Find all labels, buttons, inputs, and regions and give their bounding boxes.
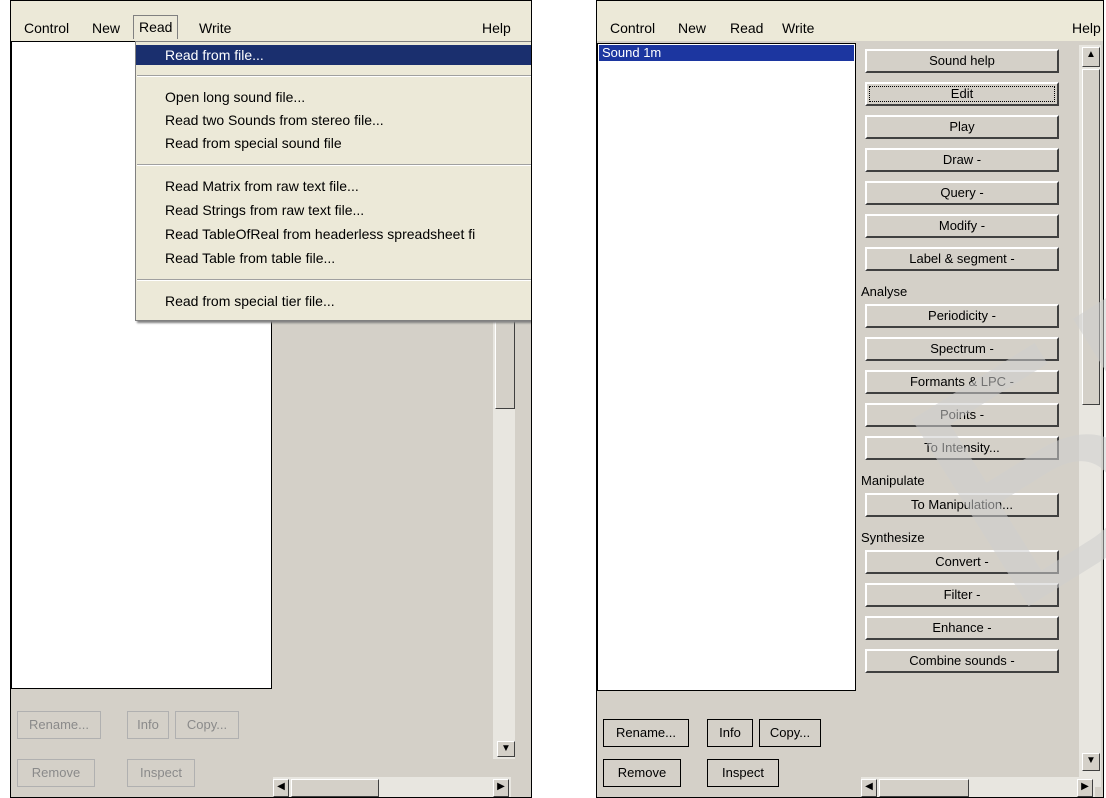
play-button[interactable]: Play <box>865 115 1059 139</box>
label-segment-button[interactable]: Label & segment - <box>865 247 1059 271</box>
modify-button[interactable]: Modify - <box>865 214 1059 238</box>
menu-write[interactable]: Write <box>777 19 819 37</box>
edit-button[interactable]: Edit <box>865 82 1059 106</box>
to-manipulation-button[interactable]: To Manipulation... <box>865 493 1059 517</box>
menu-item-read-table[interactable]: Read Table from table file... <box>136 248 531 268</box>
vertical-scrollbar[interactable]: ▼ <box>493 321 515 759</box>
menu-separator <box>137 279 531 281</box>
scroll-right-arrow[interactable]: ▶ <box>493 779 509 797</box>
scroll-down-arrow[interactable]: ▼ <box>497 741 515 757</box>
scrollbar-thumb[interactable] <box>495 321 515 409</box>
spectrum-button[interactable]: Spectrum - <box>865 337 1059 361</box>
menu-item-read-two-sounds[interactable]: Read two Sounds from stereo file... <box>136 110 531 130</box>
menu-item-read-strings[interactable]: Read Strings from raw text file... <box>136 200 531 220</box>
inspect-button[interactable]: Inspect <box>127 759 195 787</box>
query-button[interactable]: Query - <box>865 181 1059 205</box>
remove-button[interactable]: Remove <box>603 759 681 787</box>
convert-button[interactable]: Convert - <box>865 550 1059 574</box>
scroll-right-arrow[interactable]: ▶ <box>1077 779 1093 797</box>
menu-new[interactable]: New <box>87 19 125 37</box>
vertical-scrollbar[interactable]: ▲ ▼ <box>1079 45 1101 787</box>
menu-item-read-from-file[interactable]: Read from file... <box>136 45 531 65</box>
read-menu-dropdown: Read from file... Open long sound file..… <box>135 41 531 321</box>
section-label-manipulate: Manipulate <box>861 473 925 488</box>
scrollbar-thumb[interactable] <box>1082 69 1100 405</box>
copy-button[interactable]: Copy... <box>175 711 239 739</box>
menu-separator <box>137 164 531 166</box>
to-intensity-button[interactable]: To Intensity... <box>865 436 1059 460</box>
scroll-left-arrow[interactable]: ◀ <box>273 779 289 797</box>
menu-item-open-long-sound-file[interactable]: Open long sound file... <box>136 87 531 107</box>
menu-item-read-tableofreal[interactable]: Read TableOfReal from headerless spreads… <box>136 224 531 244</box>
info-button[interactable]: Info <box>127 711 169 739</box>
menu-separator <box>137 75 531 77</box>
horizontal-scrollbar[interactable]: ◀ ▶ <box>273 777 511 797</box>
scroll-down-arrow[interactable]: ▼ <box>1082 753 1100 771</box>
section-label-analyse: Analyse <box>861 284 908 299</box>
left-praat-objects-window: Control New Read Write Help ▼ Rename... … <box>10 0 532 798</box>
rename-button[interactable]: Rename... <box>603 719 689 747</box>
menu-item-read-special-sound-file[interactable]: Read from special sound file <box>136 133 531 153</box>
periodicity-button[interactable]: Periodicity - <box>865 304 1059 328</box>
scrollbar-thumb[interactable] <box>879 779 969 797</box>
sound-help-button[interactable]: Sound help <box>865 49 1059 73</box>
menu-bar: Control New Read Write Help <box>597 1 1103 41</box>
object-list[interactable]: Sound 1m <box>597 43 856 691</box>
section-label-synthesize: Synthesize <box>861 530 925 545</box>
info-button[interactable]: Info <box>707 719 753 747</box>
enhance-button[interactable]: Enhance - <box>865 616 1059 640</box>
menu-read[interactable]: Read <box>725 19 768 37</box>
right-praat-objects-window: Control New Read Write Help Sound 1m Sou… <box>596 0 1104 798</box>
points-button[interactable]: Points - <box>865 403 1059 427</box>
scroll-up-arrow[interactable]: ▲ <box>1082 47 1100 67</box>
scroll-left-arrow[interactable]: ◀ <box>861 779 877 797</box>
combine-sounds-button[interactable]: Combine sounds - <box>865 649 1059 673</box>
scrollbar-thumb[interactable] <box>291 779 379 797</box>
menu-new[interactable]: New <box>673 19 711 37</box>
horizontal-scrollbar[interactable]: ◀ ▶ <box>861 777 1095 797</box>
draw-button[interactable]: Draw - <box>865 148 1059 172</box>
menu-write[interactable]: Write <box>194 19 236 37</box>
list-item[interactable]: Sound 1m <box>599 45 854 61</box>
copy-button[interactable]: Copy... <box>759 719 821 747</box>
menu-help[interactable]: Help <box>1067 19 1103 37</box>
menu-bar: Control New Read Write Help <box>11 1 531 41</box>
menu-control[interactable]: Control <box>19 19 74 37</box>
remove-button[interactable]: Remove <box>17 759 95 787</box>
menu-read[interactable]: Read <box>133 15 179 39</box>
menu-item-read-matrix[interactable]: Read Matrix from raw text file... <box>136 176 531 196</box>
inspect-button[interactable]: Inspect <box>707 759 779 787</box>
menu-control[interactable]: Control <box>605 19 660 37</box>
filter-button[interactable]: Filter - <box>865 583 1059 607</box>
rename-button[interactable]: Rename... <box>17 711 101 739</box>
menu-help[interactable]: Help <box>477 19 516 37</box>
menu-item-read-special-tier-file[interactable]: Read from special tier file... <box>136 291 531 311</box>
formants-lpc-button[interactable]: Formants & LPC - <box>865 370 1059 394</box>
